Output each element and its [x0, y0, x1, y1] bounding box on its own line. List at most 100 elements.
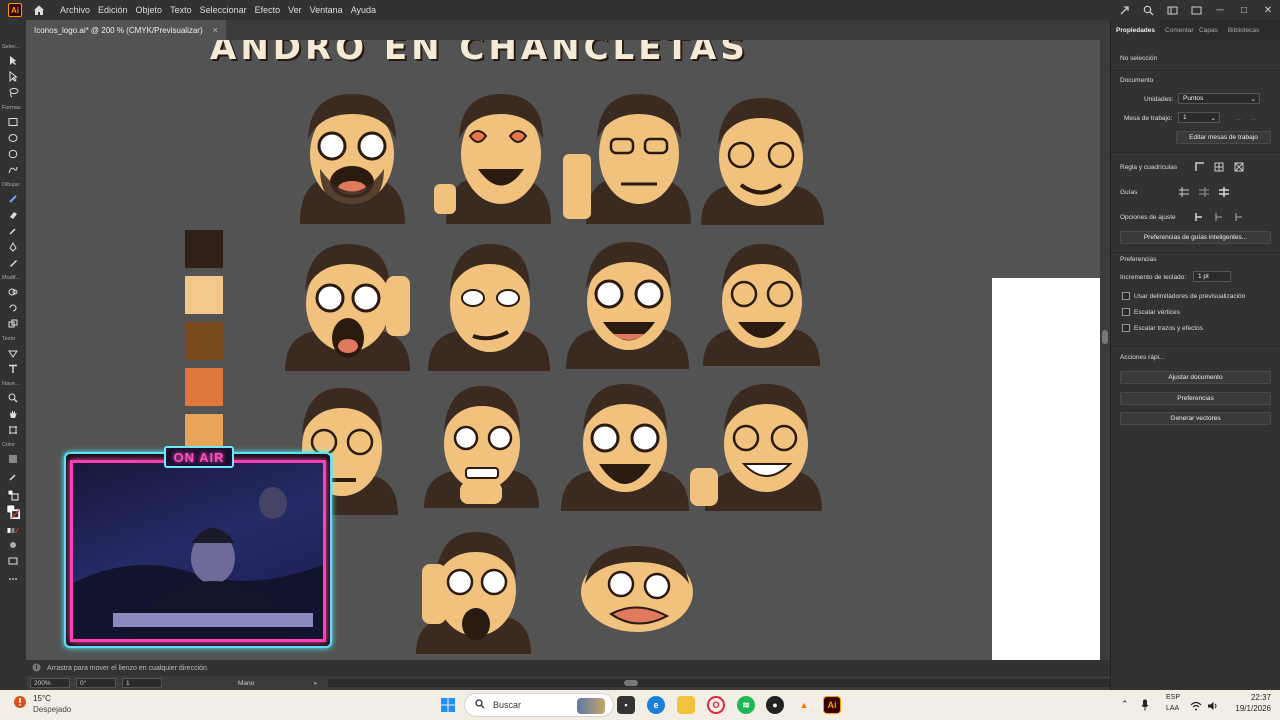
weather-icon[interactable] [12, 694, 28, 715]
smart-guides-icon[interactable] [1218, 186, 1230, 198]
volume-icon[interactable] [1207, 698, 1219, 716]
edit-artboards-button[interactable]: Editar mesas de trabajo [1176, 131, 1271, 144]
tab-comments[interactable]: Comentarios [1160, 20, 1194, 40]
edge-browser-icon[interactable]: e [647, 696, 665, 714]
menu-texto[interactable]: Texto [170, 5, 192, 15]
emote-big-laugh-face[interactable] [561, 376, 691, 516]
menu-efecto[interactable]: Efecto [255, 5, 281, 15]
artboard-nav-field[interactable]: 1 [122, 678, 162, 688]
color-swatch-brown[interactable] [185, 322, 223, 360]
direct-selection-tool-icon[interactable] [6, 70, 20, 83]
fit-document-button[interactable]: Ajustar documento [1120, 371, 1271, 384]
illustrator-taskbar-icon[interactable]: Ai [823, 696, 841, 714]
checkbox-scale-strokes[interactable]: Escalar trazos y efectos [1122, 324, 1203, 332]
ellipse-tool-icon[interactable] [6, 131, 20, 144]
pen-tool-icon[interactable] [6, 240, 20, 253]
checkbox-scale-corners[interactable]: Escalar vértices [1122, 308, 1180, 316]
color-swatch-skin[interactable] [185, 276, 223, 314]
snap-to-point-icon[interactable] [1193, 211, 1205, 223]
brush-tool-icon[interactable] [6, 192, 20, 205]
emote-love-thumbs-face[interactable] [426, 84, 556, 229]
eraser-tool-icon[interactable] [6, 208, 20, 221]
emote-shocked-face[interactable] [280, 236, 420, 376]
menu-archivo[interactable]: Archivo [60, 5, 90, 15]
previous-artboard-icon[interactable]: ← [1233, 112, 1245, 124]
workspace-switcher-icon[interactable] [1160, 0, 1184, 20]
emote-suspicious-face[interactable] [428, 236, 553, 376]
color-swatch-dark-brown[interactable] [185, 230, 223, 268]
emote-nervous-face[interactable] [424, 378, 544, 513]
tab-layers[interactable]: Capas [1194, 20, 1223, 40]
checkbox-box[interactable] [1122, 324, 1130, 332]
gradient-tool-icon[interactable] [6, 452, 20, 465]
paintbrush-tool-icon[interactable] [6, 224, 20, 237]
wifi-icon[interactable] [1190, 698, 1202, 716]
checkbox-box[interactable] [1122, 308, 1130, 316]
windows-start-icon[interactable] [439, 696, 457, 714]
file-explorer-icon[interactable] [677, 696, 695, 714]
rulers-icon[interactable] [1194, 161, 1206, 173]
artboard-tool-icon[interactable] [6, 423, 20, 436]
type-tool-icon[interactable] [6, 362, 20, 375]
selection-tool-icon[interactable] [6, 54, 20, 67]
emote-middle-finger-face[interactable] [561, 84, 691, 229]
color-mode-icon[interactable] [6, 524, 20, 537]
emote-melting-face[interactable] [571, 534, 706, 649]
close-tab-icon[interactable]: × [213, 25, 218, 35]
minimize-icon[interactable]: ─ [1208, 0, 1232, 20]
rectangle-tool-icon[interactable] [6, 115, 20, 128]
color-swatch-orange[interactable] [185, 368, 223, 406]
artboard-select[interactable]: 1 ⌄ [1178, 112, 1220, 123]
taskbar-search[interactable]: Buscar [464, 693, 614, 717]
zoom-tool-icon[interactable] [6, 391, 20, 404]
screen-mode-icon[interactable] [6, 554, 20, 567]
emote-thumbs-up-grin-face[interactable] [690, 376, 825, 516]
show-guides-icon[interactable] [1178, 186, 1190, 198]
task-view-icon[interactable]: ▪ [617, 696, 635, 714]
smart-guides-preferences-button[interactable]: Preferencias de guías inteligentes... [1120, 231, 1271, 244]
eyedropper-tool-icon[interactable] [6, 470, 20, 483]
rotate-tool-icon[interactable] [6, 301, 20, 314]
pencil-tool-icon[interactable] [6, 256, 20, 269]
menu-ayuda[interactable]: Ayuda [351, 5, 376, 15]
menu-edicion[interactable]: Edición [98, 5, 128, 15]
horizontal-scrollbar[interactable] [327, 679, 1110, 687]
chevron-up-icon[interactable]: ⌃ [1121, 699, 1129, 710]
draw-mode-icon[interactable] [6, 538, 20, 551]
tab-properties[interactable]: Propiedades [1111, 20, 1161, 40]
polygon-tool-icon[interactable] [6, 147, 20, 160]
menu-objeto[interactable]: Objeto [136, 5, 163, 15]
emote-smug-face[interactable] [696, 90, 826, 230]
default-fill-stroke-icon[interactable] [6, 488, 20, 501]
lock-guides-icon[interactable] [1198, 186, 1210, 198]
tab-libraries[interactable]: Bibliotecas [1223, 20, 1264, 40]
language-code[interactable]: ESP [1166, 694, 1180, 701]
more-tools-icon[interactable] [6, 572, 20, 585]
opera-browser-icon[interactable]: O [707, 696, 725, 714]
arrange-documents-icon[interactable] [1184, 0, 1208, 20]
emote-laughing-face[interactable] [561, 234, 691, 374]
keyboard-layout[interactable]: LAA [1166, 705, 1179, 712]
lasso-tool-icon[interactable] [6, 86, 20, 99]
status-arrow-icon[interactable]: ▸ [314, 679, 317, 687]
rotation-field[interactable]: 0° [76, 678, 116, 688]
fill-stroke-swatch-icon[interactable] [6, 502, 20, 522]
document-tab[interactable]: Iconos_logo.ai* @ 200 % (CMYK/Previsuali… [26, 20, 226, 40]
shaper-tool-icon[interactable] [6, 163, 20, 176]
spotify-icon[interactable]: ≋ [737, 696, 755, 714]
hand-tool-icon[interactable] [6, 407, 20, 420]
scale-tool-icon[interactable] [6, 317, 20, 330]
snap-to-glyph-icon[interactable] [1233, 211, 1245, 223]
grid-icon[interactable] [1213, 161, 1225, 173]
preferences-button[interactable]: Preferencias [1120, 392, 1271, 405]
shape-builder-tool-icon[interactable] [6, 285, 20, 298]
next-artboard-icon[interactable]: → [1247, 112, 1259, 124]
second-artboard[interactable] [992, 278, 1100, 660]
units-select[interactable]: Puntos ⌄ [1178, 93, 1260, 104]
vlc-player-icon[interactable]: ▲ [795, 696, 813, 714]
h-scrollbar-thumb[interactable] [623, 680, 638, 686]
menu-seleccionar[interactable]: Seleccionar [200, 5, 247, 15]
scrollbar-thumb[interactable] [1102, 330, 1108, 344]
search-icon[interactable] [1136, 0, 1160, 20]
menu-ver[interactable]: Ver [288, 5, 302, 15]
